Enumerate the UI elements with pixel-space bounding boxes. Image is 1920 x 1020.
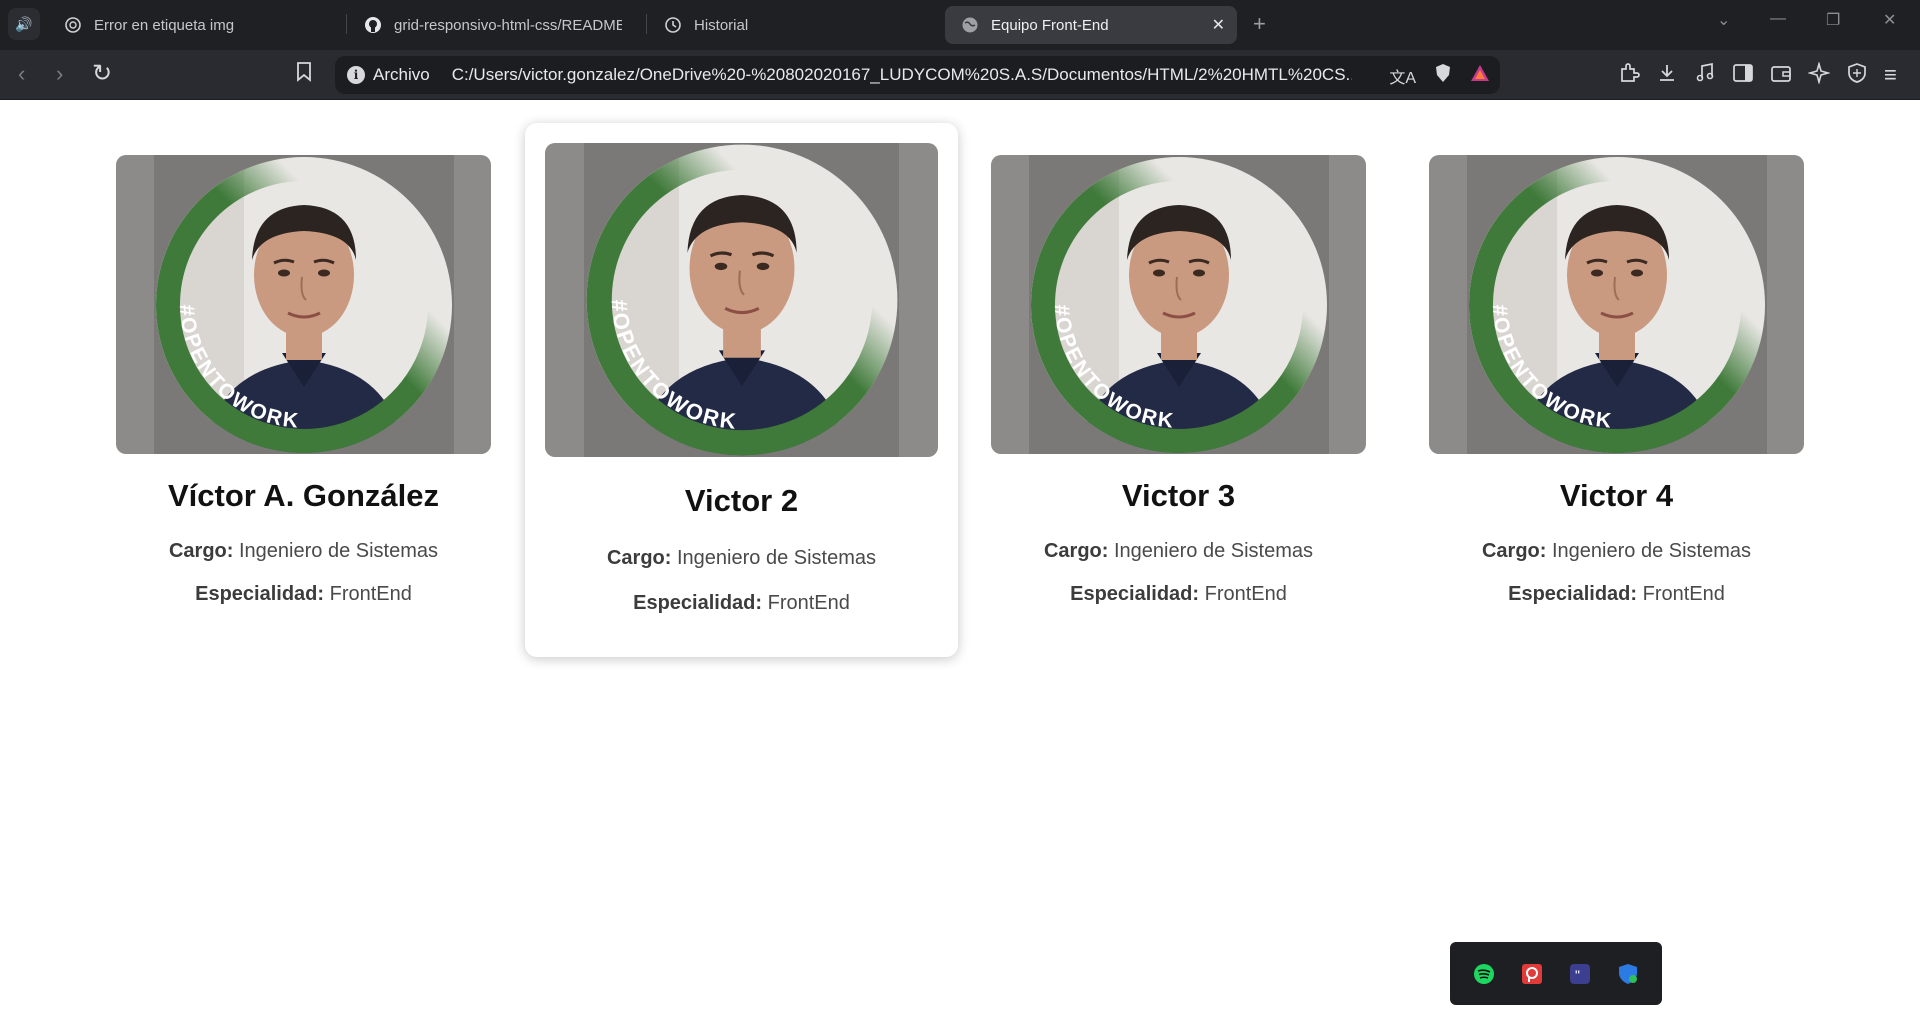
especialidad-label: Especialidad: — [633, 592, 763, 614]
especialidad-value: FrontEnd — [767, 592, 850, 614]
tab-label: grid-responsivo-html-css/README.md — [394, 16, 622, 34]
member-name: Victor 4 — [1559, 478, 1674, 513]
media-music-icon[interactable] — [1694, 62, 1716, 90]
member-name: Victor 3 — [1121, 478, 1236, 513]
member-especialidad: Especialidad: FrontEnd — [991, 583, 1366, 606]
member-cargo: Cargo: Ingeniero de Sistemas — [991, 540, 1366, 563]
address-scheme-label: Archivo — [373, 65, 430, 84]
site-info-icon[interactable]: i — [347, 66, 365, 84]
especialidad-label: Especialidad: — [195, 583, 325, 605]
address-url[interactable]: C:/Users/victor.gonzalez/OneDrive%20-%20… — [452, 65, 1352, 85]
cargo-label: Cargo: — [606, 547, 672, 569]
cargo-value: Ingeniero de Sistemas — [677, 547, 877, 569]
browser-toolbar: ‹ › ↻ i Archivo C:/Users/victor.gonzalez… — [0, 50, 1920, 100]
main-menu-icon[interactable]: ≡ — [1884, 62, 1897, 88]
opentowork-portrait: #OPENTOWORK — [586, 144, 897, 456]
quotes-app-icon[interactable]: " — [1568, 962, 1592, 986]
member-name: Victor 2 — [684, 483, 799, 518]
new-tab-button[interactable]: + — [1253, 11, 1266, 37]
tab-divider — [646, 14, 647, 34]
brave-rewards-icon[interactable] — [1470, 64, 1490, 87]
brave-shields-icon[interactable] — [1434, 63, 1452, 88]
tab-search-chevron-icon[interactable]: ⌄ — [1717, 10, 1730, 30]
member-cargo: Cargo: Ingeniero de Sistemas — [525, 547, 958, 570]
especialidad-label: Especialidad: — [1070, 583, 1200, 605]
forward-button[interactable]: › — [56, 62, 63, 86]
profile-photo: #OPENTOWORK — [1429, 155, 1804, 454]
profile-photo: #OPENTOWORK — [116, 155, 491, 454]
tab-label: Historial — [694, 16, 749, 34]
team-card: #OPENTOWORK Víctor A. González Cargo: In… — [116, 155, 491, 605]
globe-icon — [961, 16, 979, 34]
member-cargo: Cargo: Ingeniero de Sistemas — [116, 540, 491, 563]
pocketcasts-icon[interactable] — [1520, 962, 1544, 986]
wallet-icon[interactable] — [1770, 62, 1792, 90]
history-icon — [664, 16, 682, 34]
profile-photo: #OPENTOWORK — [545, 143, 938, 457]
tab-equipo-front-end[interactable]: Equipo Front-End ✕ — [945, 6, 1237, 44]
especialidad-value: FrontEnd — [329, 583, 412, 605]
address-bar[interactable]: i Archivo C:/Users/victor.gonzalez/OneDr… — [335, 56, 1500, 94]
shield-check-icon[interactable] — [1616, 962, 1640, 986]
sidebar-toggle-icon[interactable] — [1732, 62, 1754, 90]
vpn-shield-icon[interactable] — [1846, 62, 1868, 90]
tab-github-readme[interactable]: grid-responsivo-html-css/README.md — [348, 6, 638, 44]
member-name: Víctor A. González — [167, 478, 439, 513]
team-card: #OPENTOWORK Victor 3 Cargo: Ingeniero de… — [991, 155, 1366, 605]
tab-label: Error en etiqueta img — [94, 16, 235, 34]
close-window-button[interactable]: ✕ — [1883, 10, 1896, 30]
tab-historial[interactable]: Historial — [648, 6, 938, 44]
github-icon — [364, 16, 382, 34]
cargo-label: Cargo: — [1043, 540, 1109, 562]
restore-window-button[interactable]: ❐ — [1826, 10, 1840, 30]
leo-ai-icon[interactable] — [1807, 61, 1831, 90]
browser-tab-strip: 🔊 Error en etiqueta img grid-responsivo-… — [0, 0, 1920, 50]
back-button[interactable]: ‹ — [18, 62, 25, 86]
svg-text:": " — [1575, 967, 1580, 983]
audio-playing-icon[interactable]: 🔊 — [8, 8, 40, 40]
opentowork-portrait: #OPENTOWORK — [1468, 156, 1765, 453]
opentowork-portrait: #OPENTOWORK — [155, 156, 452, 453]
translate-icon[interactable]: 文A — [1389, 64, 1416, 88]
member-cargo: Cargo: Ingeniero de Sistemas — [1429, 540, 1804, 563]
reload-button[interactable]: ↻ — [92, 62, 112, 86]
cargo-label: Cargo: — [1481, 540, 1547, 562]
close-tab-icon[interactable]: ✕ — [1212, 15, 1225, 35]
spotify-icon[interactable] — [1472, 962, 1496, 986]
tab-label: Equipo Front-End — [991, 16, 1109, 34]
team-card: #OPENTOWORK Victor 4 Cargo: Ingeniero de… — [1429, 155, 1804, 605]
tab-error-etiqueta-img[interactable]: Error en etiqueta img — [48, 6, 338, 44]
especialidad-label: Especialidad: — [1508, 583, 1638, 605]
extensions-icon[interactable] — [1618, 62, 1640, 90]
openai-icon — [64, 16, 82, 34]
bookmark-icon[interactable] — [296, 62, 312, 88]
team-card-hovered[interactable]: #OPENTOWORK Victor 2 Cargo: Ingeniero de… — [525, 123, 958, 657]
profile-photo: #OPENTOWORK — [991, 155, 1366, 454]
cargo-label: Cargo: — [168, 540, 234, 562]
member-especialidad: Especialidad: FrontEnd — [1429, 583, 1804, 606]
member-especialidad: Especialidad: FrontEnd — [116, 583, 491, 606]
floating-app-dock: " — [1450, 942, 1662, 1005]
especialidad-value: FrontEnd — [1642, 583, 1725, 605]
member-especialidad: Especialidad: FrontEnd — [525, 592, 958, 615]
cargo-value: Ingeniero de Sistemas — [239, 540, 439, 562]
cargo-value: Ingeniero de Sistemas — [1552, 540, 1752, 562]
especialidad-value: FrontEnd — [1204, 583, 1287, 605]
minimize-window-button[interactable]: — — [1770, 10, 1786, 28]
cargo-value: Ingeniero de Sistemas — [1114, 540, 1314, 562]
tab-divider — [346, 14, 347, 34]
opentowork-portrait: #OPENTOWORK — [1030, 156, 1327, 453]
downloads-icon[interactable] — [1656, 62, 1678, 90]
